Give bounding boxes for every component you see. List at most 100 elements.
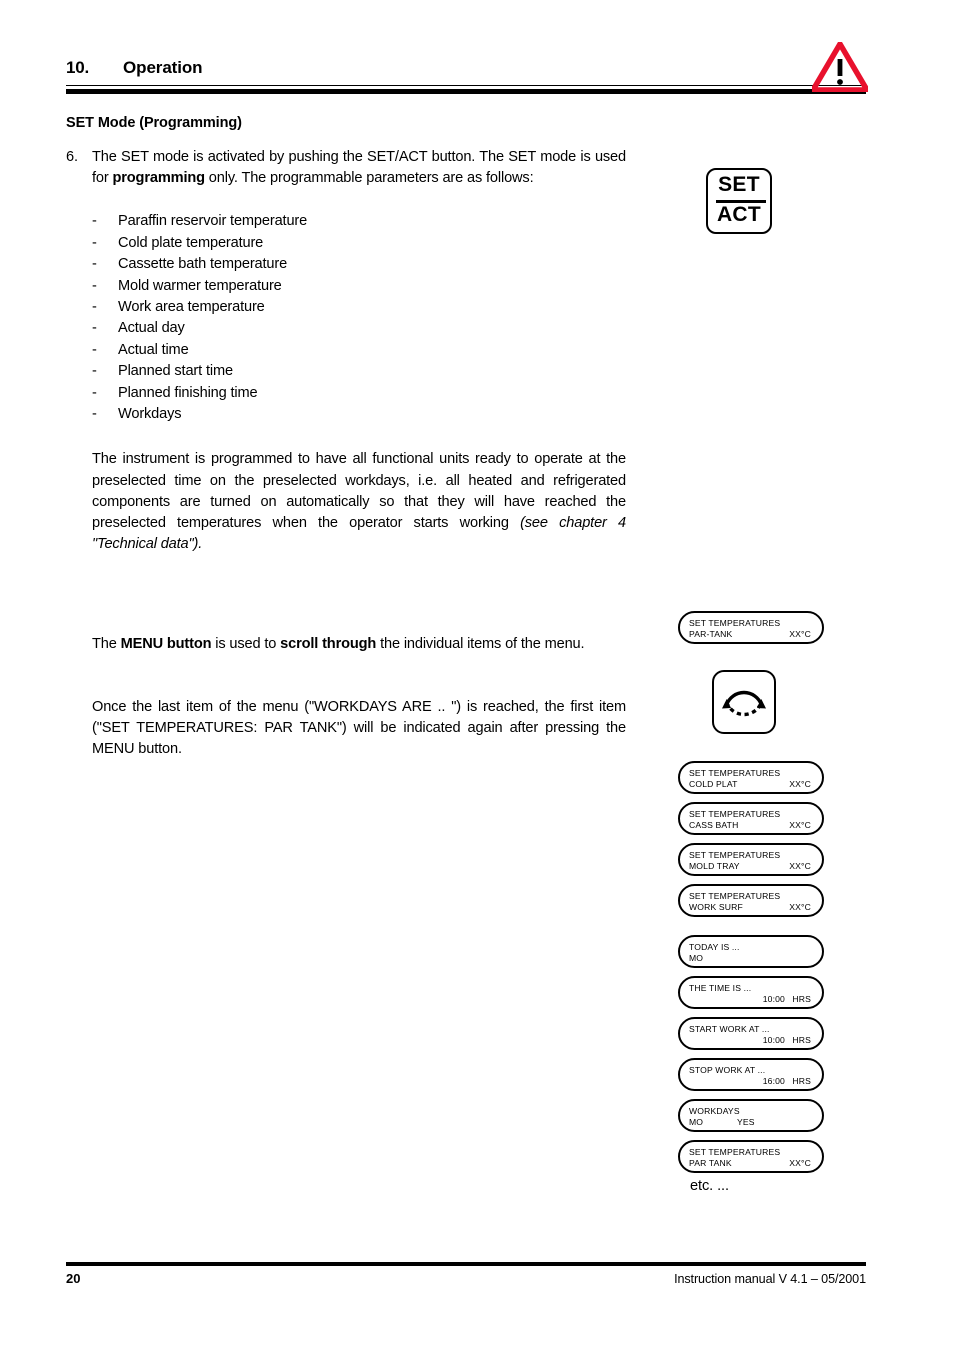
display-line-2-value: 10:00 <box>762 1035 785 1045</box>
setact-bottom-label: ACT <box>716 203 762 226</box>
list-item: - Planned finishing time <box>92 383 626 404</box>
menu-text-part2: is used to <box>211 636 281 652</box>
display-line-2-right: XX°C <box>789 902 811 912</box>
etc-label: etc. ... <box>690 1178 729 1194</box>
list-item-label: Cassette bath temperature <box>118 256 288 273</box>
dash-bullet: - <box>92 213 97 230</box>
dash-bullet: - <box>92 384 97 401</box>
display-box-par-tank-first: SET TEMPERATURES PAR-TANK XX°C <box>678 611 824 644</box>
display-line-2: PAR-TANK XX°C <box>689 629 817 639</box>
dash-bullet: - <box>92 299 97 316</box>
display-line-2-value: 10:00 <box>762 994 785 1004</box>
list-item-label: Cold plate temperature <box>118 234 264 251</box>
display-box-stop-work-at: STOP WORK AT ... 16:00 HRS <box>678 1058 824 1091</box>
footer-manual-info: Instruction manual V 4.1 – 05/2001 <box>674 1272 866 1286</box>
once-paragraph: Once the last item of the menu ("WORKDAY… <box>92 699 626 758</box>
menu-bold-button: MENU button <box>120 636 212 652</box>
display-line-1: SET TEMPERATURES <box>689 849 781 860</box>
list-item: - Workdays <box>92 404 626 425</box>
display-line-2-right: XX°C <box>789 820 811 830</box>
display-line-2-left: MO <box>689 1117 704 1127</box>
dash-bullet: - <box>92 277 97 294</box>
display-line-2: CASS BATH XX°C <box>689 820 817 830</box>
menu-button-paragraph: The MENU button is used to scroll throug… <box>92 634 626 655</box>
display-line-1: SET TEMPERATURES <box>689 617 781 628</box>
display-line-1: SET TEMPERATURES <box>689 808 781 819</box>
list-item-label: Planned finishing time <box>118 384 258 401</box>
menu-bold-scroll: scroll through <box>280 636 377 652</box>
dash-bullet: - <box>92 320 97 337</box>
list-item-label: Work area temperature <box>118 299 265 316</box>
display-line-2-right: HRS <box>792 1076 811 1086</box>
footer-rule <box>66 1262 866 1266</box>
display-line-2-value: 16:00 <box>762 1076 785 1086</box>
display-line-2: WORK SURF XX°C <box>689 902 817 912</box>
display-line-2-left: CASS BATH <box>689 820 739 830</box>
menu-text-part1: The <box>92 636 121 652</box>
list-item: - Mold warmer temperature <box>92 276 626 297</box>
parameter-list: - Paraffin reservoir temperature - Cold pl… <box>66 211 626 425</box>
list-item-label: Planned start time <box>118 363 233 380</box>
main-text-column: 6. The SET mode is activated by pushing … <box>66 147 626 555</box>
display-line-2-right: HRS <box>792 1035 811 1045</box>
display-box-par-tank-last: SET TEMPERATURES PAR TANK XX°C <box>678 1140 824 1173</box>
setact-button-icon[interactable]: SET ACT <box>706 168 772 234</box>
menu-text-part3: the individual items of the menu. <box>376 636 585 652</box>
list-item-label: Workdays <box>118 406 182 423</box>
header-rule-thin <box>66 85 866 86</box>
list-item-label: Actual day <box>118 320 185 337</box>
dash-bullet: - <box>92 406 97 423</box>
dash-bullet: - <box>92 234 97 251</box>
display-line-2-left: MO <box>689 953 704 963</box>
display-box-work-surf: SET TEMPERATURES WORK SURF XX°C <box>678 884 824 917</box>
display-line-2: MO <box>689 953 817 963</box>
display-line-2-left: WORK SURF <box>689 902 743 912</box>
list-item-label: Paraffin reservoir temperature <box>118 213 308 230</box>
display-box-cold-plat: SET TEMPERATURES COLD PLAT XX°C <box>678 761 824 794</box>
section-subtitle: SET Mode (Programming) <box>66 115 242 131</box>
display-line-1: WORKDAYS <box>689 1105 740 1116</box>
list-item: - Cold plate temperature <box>92 233 626 254</box>
page-number: 20 <box>66 1271 81 1286</box>
display-line-1: TODAY IS ... <box>689 941 740 952</box>
dash-bullet: - <box>92 256 97 273</box>
display-line-2-right: XX°C <box>789 629 811 639</box>
display-line-2: MO YES <box>689 1117 817 1127</box>
instrument-paragraph: The instrument is programmed to have all… <box>66 449 626 555</box>
dash-bullet: - <box>92 341 97 358</box>
circular-arrow-icon <box>722 690 766 717</box>
display-line-1: SET TEMPERATURES <box>689 1146 781 1157</box>
list-item: - Actual day <box>92 318 626 339</box>
display-line-2-value: YES <box>737 1117 755 1127</box>
display-line-1: STOP WORK AT ... <box>689 1064 766 1075</box>
display-line-2: COLD PLAT XX°C <box>689 779 817 789</box>
list-item-label: Mold warmer temperature <box>118 277 282 294</box>
display-box-workdays: WORKDAYS MO YES <box>678 1099 824 1132</box>
dash-bullet: - <box>92 363 97 380</box>
display-box-cass-bath: SET TEMPERATURES CASS BATH XX°C <box>678 802 824 835</box>
display-line-2-right: HRS <box>792 994 811 1004</box>
display-line-2: MOLD TRAY XX°C <box>689 861 817 871</box>
display-line-1: SET TEMPERATURES <box>689 767 781 778</box>
manual-page: 10. Operation SET Mode (Programming) 6. T… <box>0 0 954 1351</box>
display-line-2-left: PAR TANK <box>689 1158 732 1168</box>
list-item: - Actual time <box>92 340 626 361</box>
page-title: Operation <box>123 58 203 77</box>
header-rule-thick <box>66 89 866 94</box>
chapter-number: 10. <box>66 58 90 77</box>
display-line-1: START WORK AT ... <box>689 1023 770 1034</box>
display-box-today-is: TODAY IS ... MO <box>678 935 824 968</box>
display-line-2-right: XX°C <box>789 861 811 871</box>
display-line-2-right: XX°C <box>789 779 811 789</box>
list-item: - Cassette bath temperature <box>92 254 626 275</box>
display-line-2-left: MOLD TRAY <box>689 861 740 871</box>
menu-button-icon[interactable] <box>712 670 776 734</box>
display-line-2-right: XX°C <box>789 1158 811 1168</box>
intro-paragraph: The SET mode is activated by pushing the… <box>92 147 626 189</box>
display-line-2-left: COLD PLAT <box>689 779 738 789</box>
display-box-start-work-at: START WORK AT ... 10:00 HRS <box>678 1017 824 1050</box>
display-box-the-time-is: THE TIME IS ... 10:00 HRS <box>678 976 824 1009</box>
display-box-mold-tray: SET TEMPERATURES MOLD TRAY XX°C <box>678 843 824 876</box>
intro-bold-programming: programming <box>112 170 206 187</box>
display-line-2: 10:00 HRS <box>689 1035 817 1045</box>
